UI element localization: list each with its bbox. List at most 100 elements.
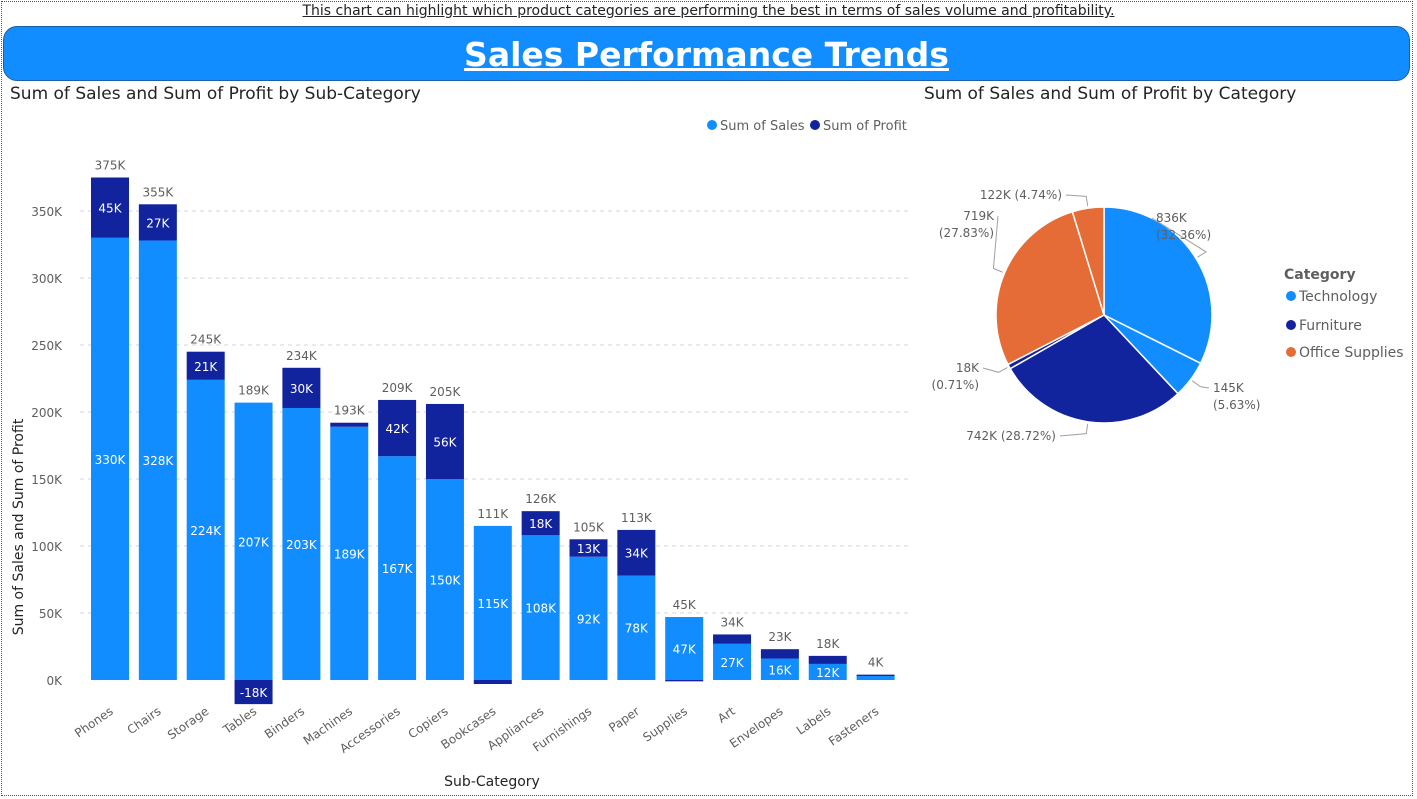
x-tick-label: Art: [715, 704, 738, 726]
bar-profit[interactable]: [713, 634, 752, 644]
bar-chart[interactable]: 0K 50K 100K 150K 200K 250K 300K 350K 330K 45K 375…: [0, 99, 915, 799]
bar-group[interactable]: 189K 193K: [330, 404, 369, 680]
sales-data-label: 150K: [430, 574, 462, 588]
sales-data-label: 115K: [477, 597, 509, 611]
sales-data-label: 328K: [142, 454, 174, 468]
pie-leader-line: [982, 367, 1008, 373]
legend-swatch-sales: [707, 120, 717, 130]
total-data-label: 105K: [573, 520, 605, 534]
total-data-label: 375K: [95, 159, 127, 173]
x-tick-label: Supplies: [640, 704, 690, 745]
pie-legend-title: Category: [1284, 267, 1356, 283]
legend-label-technology[interactable]: Technology: [1298, 289, 1377, 305]
pie-data-label: 836K: [1156, 211, 1188, 225]
profit-data-label: 34K: [625, 547, 649, 561]
legend-label-profit[interactable]: Sum of Profit: [823, 119, 907, 134]
bar-group[interactable]: 207K -18K 189K: [234, 384, 273, 705]
profit-data-label: 13K: [577, 542, 601, 556]
y-tick-label: 300K: [31, 272, 63, 286]
y-tick-label: 50K: [39, 607, 63, 621]
bar-group[interactable]: 328K 27K 355K: [138, 185, 177, 681]
bar-profit[interactable]: [856, 674, 895, 676]
sales-data-label: 224K: [190, 524, 222, 538]
pie-data-label: 719K: [963, 209, 995, 223]
total-data-label: 45K: [673, 598, 697, 612]
profit-data-label: 27K: [146, 216, 170, 230]
bar-profit[interactable]: [473, 680, 512, 685]
profit-data-label: 21K: [194, 360, 218, 374]
sales-data-label: 330K: [95, 453, 127, 467]
pie-data-label: 18K: [956, 361, 980, 375]
sales-data-label: 207K: [238, 535, 270, 549]
x-tick-label: Paper: [606, 704, 642, 735]
title-banner: Sales Performance Trends: [3, 26, 1410, 81]
sales-data-label: 167K: [382, 562, 414, 576]
pie-data-percent: (32.36%): [1156, 228, 1211, 242]
legend-label-sales[interactable]: Sum of Sales: [720, 119, 805, 134]
y-tick-label: 0K: [46, 674, 63, 688]
bar-group[interactable]: 203K 30K 234K: [282, 349, 321, 680]
legend-label-office-supplies[interactable]: Office Supplies: [1299, 345, 1404, 361]
pie-data-label: 122K (4.74%): [980, 188, 1062, 202]
x-tick-label: Envelopes: [727, 704, 785, 751]
bar-sales[interactable]: [856, 675, 895, 680]
total-data-label: 18K: [816, 637, 840, 651]
sales-data-label: 78K: [625, 622, 649, 636]
total-data-label: 245K: [190, 333, 222, 347]
sales-data-label: 108K: [525, 602, 557, 616]
bar-group[interactable]: 16K 23K: [760, 630, 799, 680]
sales-data-label: 47K: [673, 643, 697, 657]
total-data-label: 34K: [720, 615, 744, 629]
bar-group[interactable]: 330K 45K 375K: [91, 159, 129, 681]
y-tick-label: 250K: [31, 339, 63, 353]
pie-leader-line: [992, 215, 1003, 273]
bar-group[interactable]: 47K 45K: [665, 598, 704, 682]
legend-label-furniture[interactable]: Furniture: [1299, 318, 1362, 334]
x-tick-label: Phones: [72, 704, 116, 740]
legend-swatch-profit: [810, 120, 820, 130]
y-tick-label: 200K: [31, 406, 63, 420]
x-axis-title: Sub-Category: [444, 774, 540, 790]
y-axis-ticks: 0K 50K 100K 150K 200K 250K 300K 350K: [31, 205, 63, 688]
report-title: Sales Performance Trends: [464, 35, 949, 74]
y-tick-label: 150K: [31, 473, 63, 487]
pie-data-percent: (5.63%): [1213, 398, 1260, 412]
y-tick-label: 100K: [31, 540, 63, 554]
bar-profit[interactable]: [665, 680, 704, 682]
bar-profit[interactable]: [808, 655, 847, 664]
x-tick-label: Labels: [794, 704, 834, 738]
total-data-label: 4K: [868, 656, 885, 670]
sales-data-label: 203K: [286, 538, 318, 552]
bar-group[interactable]: 108K 18K 126K: [521, 492, 560, 680]
bar-group[interactable]: 167K 42K 209K: [378, 381, 417, 680]
bar-group[interactable]: 150K 56K 205K: [425, 385, 464, 680]
pie-chart[interactable]: 836K (32.36%) 145K (5.63%) 742K (28.72%) 18K (…: [924, 150, 1414, 510]
total-data-label: 205K: [430, 385, 462, 399]
bar-group[interactable]: 27K 34K: [713, 615, 752, 680]
y-axis-title: Sum of Sales and Sum of Profit: [11, 418, 27, 635]
pie-data-label: 145K: [1213, 381, 1245, 395]
bar-group[interactable]: 115K 111K: [473, 507, 512, 685]
legend-swatch-technology: [1286, 291, 1296, 301]
x-axis-ticks: Phones Chairs Storage Tables BindersMachines…: [72, 704, 881, 756]
total-data-label: 189K: [238, 384, 270, 398]
total-data-label: 209K: [382, 381, 414, 395]
profit-data-label: 42K: [386, 422, 410, 436]
total-data-label: 355K: [142, 185, 174, 199]
pie-data-percent: (0.71%): [932, 378, 979, 392]
bar-group[interactable]: 224K 21K 245K: [186, 333, 225, 680]
sales-data-label: 27K: [720, 656, 744, 670]
x-tick-label: Chairs: [125, 704, 164, 737]
bar-group[interactable]: 12K 18K: [808, 637, 847, 680]
profit-data-label: 18K: [529, 517, 553, 531]
sales-data-label: 189K: [334, 547, 366, 561]
bar-group[interactable]: 78K 34K 113K: [617, 511, 656, 680]
total-data-label: 193K: [334, 404, 366, 418]
total-data-label: 111K: [477, 507, 509, 521]
y-tick-label: 350K: [31, 205, 63, 219]
bar-profit[interactable]: [760, 649, 799, 659]
pie-chart-title: Sum of Sales and Sum of Profit by Catego…: [924, 84, 1297, 104]
bar-profit[interactable]: [330, 422, 369, 427]
bar-group[interactable]: 92K 13K 105K: [569, 520, 608, 680]
bar-group[interactable]: 4K: [856, 656, 895, 680]
